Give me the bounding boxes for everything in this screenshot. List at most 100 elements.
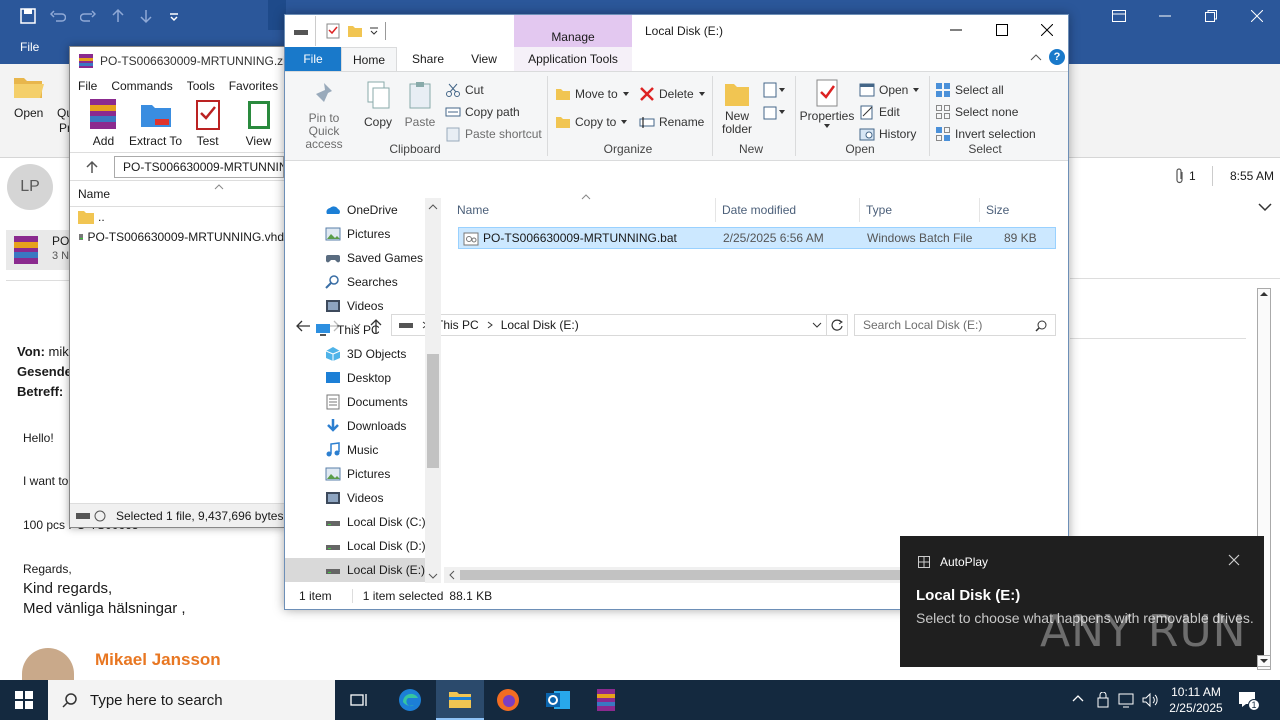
rename-button[interactable]: Rename [639, 112, 704, 132]
search-input[interactable]: Search Local Disk (E:) [854, 314, 1056, 336]
outlook-file-tab[interactable]: File [20, 40, 39, 54]
task-view-icon[interactable] [336, 680, 384, 720]
tab-view[interactable]: View [457, 47, 511, 71]
new-folder-qat-icon[interactable] [347, 23, 363, 39]
horizontal-scrollbar-thumb[interactable] [460, 570, 900, 580]
column-type[interactable]: Type [866, 203, 892, 217]
up-arrow-icon[interactable] [70, 153, 114, 181]
start-button[interactable] [0, 680, 48, 720]
move-to-button[interactable]: Move to [555, 84, 630, 104]
history-button[interactable]: History [859, 124, 916, 144]
sidebar-item-videos[interactable]: Videos [325, 294, 383, 318]
volume-icon[interactable] [1142, 692, 1160, 708]
back-arrow-icon[interactable] [295, 319, 311, 333]
chevron-down-icon[interactable] [1258, 202, 1272, 212]
help-icon[interactable]: ? [1049, 49, 1065, 65]
outlook-minimize-button[interactable] [1142, 0, 1188, 32]
delete-button[interactable]: Delete [639, 84, 706, 104]
down-arrow-icon[interactable] [138, 8, 154, 24]
show-hidden-icons-icon[interactable] [1072, 694, 1084, 702]
sidebar-item-documents[interactable]: Documents [325, 390, 408, 414]
sidebar-item-onedrive[interactable]: OneDrive [325, 198, 398, 222]
properties-qat-icon[interactable] [325, 23, 341, 39]
open-button[interactable]: Open [859, 80, 920, 100]
undo-icon[interactable] [50, 8, 66, 24]
winrar-menu-file[interactable]: File [78, 79, 97, 93]
refresh-icon[interactable] [826, 314, 848, 336]
winrar-menu-favorites[interactable]: Favorites [229, 79, 278, 93]
tab-file[interactable]: File [285, 47, 341, 71]
properties-button[interactable]: Properties [799, 78, 855, 129]
ribbon-collapse-icon[interactable] [1030, 53, 1042, 61]
ribbon-display-icon[interactable] [1096, 0, 1142, 32]
outlook-open-button[interactable]: Open [14, 106, 43, 120]
nav-scrollbar[interactable] [425, 198, 441, 583]
qat-dropdown-icon[interactable] [369, 27, 379, 35]
edge-icon[interactable] [386, 680, 434, 720]
network-icon[interactable] [1118, 692, 1136, 708]
scroll-down-icon[interactable] [1257, 655, 1271, 667]
sidebar-item-videos[interactable]: Videos [325, 486, 383, 510]
new-item-icon[interactable] [763, 82, 785, 98]
redo-icon[interactable] [80, 8, 96, 24]
winrar-add-button[interactable]: Add [78, 97, 129, 152]
breadcrumb[interactable]: This PC Local Disk (E:) [391, 314, 827, 336]
sidebar-item-local-disk-d[interactable]: Local Disk (D:) [325, 534, 426, 558]
outlook-close-button[interactable] [1234, 0, 1280, 32]
sidebar-item-downloads[interactable]: Downloads [325, 414, 406, 438]
sidebar-item-local-disk-e[interactable]: Local Disk (E:) [285, 558, 425, 582]
nav-scrollbar-thumb[interactable] [427, 354, 439, 468]
sidebar-item-pictures[interactable]: Pictures [325, 462, 390, 486]
close-button[interactable] [1025, 15, 1069, 45]
cut-button[interactable]: Cut [445, 80, 484, 100]
address-dropdown-icon[interactable] [812, 322, 822, 328]
copy-path-button[interactable]: Copy path [445, 102, 520, 122]
winrar-test-button[interactable]: Test [182, 97, 233, 152]
breadcrumb-local-disk-e[interactable]: Local Disk (E:) [501, 318, 579, 332]
easy-access-icon[interactable] [763, 104, 785, 120]
notification-center-icon[interactable]: 1 [1238, 691, 1260, 711]
sidebar-item-desktop[interactable]: Desktop [325, 366, 391, 390]
breadcrumb-this-pc[interactable]: This PC [436, 318, 479, 332]
column-name[interactable]: Name [457, 203, 489, 217]
taskbar-search[interactable]: Type here to search [48, 680, 335, 720]
list-item[interactable]: .. [70, 207, 284, 227]
sidebar-item-local-disk-c[interactable]: Local Disk (C:) [325, 510, 426, 534]
file-explorer-taskbar-icon[interactable] [436, 680, 484, 720]
table-row[interactable]: PO-TS006630009-MRTUNNING.bat 2/25/2025 6… [458, 227, 1056, 249]
sidebar-item-saved-games[interactable]: Saved Games [325, 246, 423, 270]
paste-shortcut-button[interactable]: Paste shortcut [445, 124, 542, 144]
select-none-button[interactable]: Select none [935, 102, 1018, 122]
sidebar-item-pictures[interactable]: Pictures [325, 222, 390, 246]
tab-application-tools[interactable]: Application Tools [514, 47, 632, 71]
customize-qat-icon[interactable] [166, 8, 182, 24]
copy-button[interactable]: Copy [359, 80, 397, 129]
up-arrow-icon[interactable] [110, 8, 126, 24]
security-icon[interactable] [1096, 692, 1110, 708]
taskbar-clock[interactable]: 10:11 AM 2/25/2025 [1166, 684, 1226, 716]
tab-share[interactable]: Share [401, 47, 455, 71]
attachment-card[interactable]: PO 3 N [6, 230, 70, 270]
select-all-button[interactable]: Select all [935, 80, 1004, 100]
sidebar-item-3d-objects[interactable]: 3D Objects [325, 342, 406, 366]
autoplay-toast[interactable]: AutoPlay Local Disk (E:) Select to choos… [900, 536, 1264, 667]
toast-close-icon[interactable] [1228, 554, 1240, 566]
save-icon[interactable] [20, 8, 36, 24]
column-size[interactable]: Size [986, 203, 1009, 217]
minimize-button[interactable] [933, 15, 979, 45]
column-date-modified[interactable]: Date modified [722, 203, 796, 217]
sidebar-item-this-pc[interactable]: This PC [315, 318, 380, 342]
new-folder-button[interactable]: New folder [717, 78, 757, 136]
copy-to-button[interactable]: Copy to [555, 112, 628, 132]
winrar-extract-button[interactable]: Extract To [129, 97, 182, 152]
sidebar-item-searches[interactable]: Searches [325, 270, 398, 294]
firefox-icon[interactable] [484, 680, 532, 720]
outlook-taskbar-icon[interactable] [534, 680, 582, 720]
maximize-button[interactable] [979, 15, 1025, 45]
outlook-restore-button[interactable] [1188, 0, 1234, 32]
winrar-path-field[interactable]: PO-TS006630009-MRTUNNING.zip [114, 155, 284, 178]
winrar-menu-commands[interactable]: Commands [111, 79, 172, 93]
edit-button[interactable]: Edit [859, 102, 900, 122]
winrar-view-button[interactable]: View [233, 97, 284, 152]
list-item[interactable]: PO-TS006630009-MRTUNNING.vhd [70, 227, 284, 247]
